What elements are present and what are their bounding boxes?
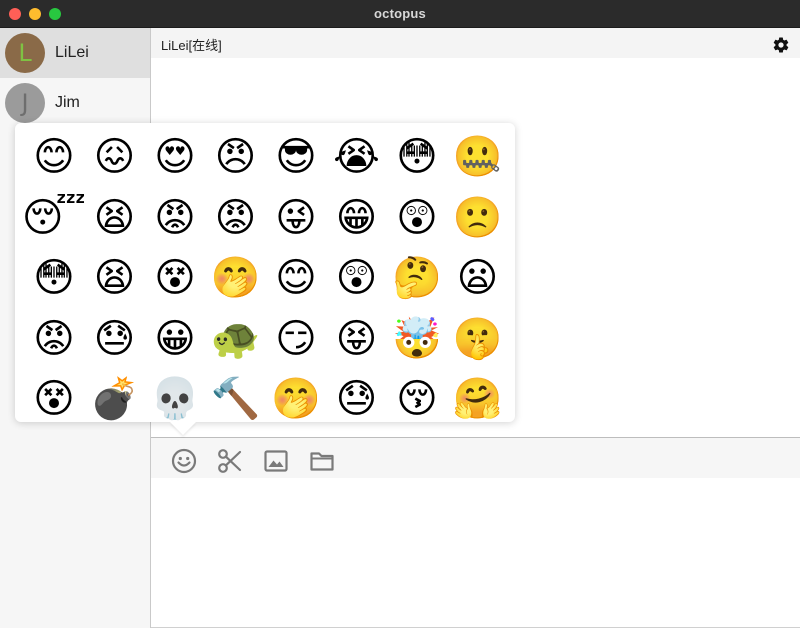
emoji-picker-pointer (170, 422, 196, 435)
emoji-item[interactable]: 🤭 (266, 375, 326, 422)
emoji-item[interactable]: 🤫 (448, 315, 508, 375)
contact-name: LiLei (55, 44, 89, 61)
emoji-item[interactable]: 😊 (266, 254, 326, 314)
emoji-item[interactable]: 😚 (387, 375, 447, 422)
emoji-item[interactable]: 😵 (24, 375, 84, 422)
emoji-item[interactable]: 😲 (327, 254, 387, 314)
contact-name: Jim (55, 94, 80, 111)
avatar: J (5, 83, 45, 123)
emoji-item[interactable]: 😳 (387, 133, 447, 193)
gear-icon[interactable] (772, 36, 790, 54)
emoji-item[interactable]: 😳 (24, 254, 84, 314)
emoji-item[interactable]: 😵 (145, 254, 205, 314)
contact-item-jim[interactable]: J Jim (0, 78, 150, 128)
emoji-item[interactable]: 🤐 (448, 133, 508, 193)
emoji-item[interactable]: 😠 (206, 133, 266, 193)
emoji-item[interactable]: 🤯 (387, 315, 447, 375)
emoji-item[interactable]: 😖 (85, 133, 145, 193)
image-icon[interactable] (263, 448, 289, 474)
emoji-item[interactable]: 😴 (22, 194, 86, 254)
avatar-initial: J (21, 89, 29, 117)
emoji-picker: 😊 😖 😍 😠 😎 😭 😳 🤐 😴 😫 😡 😡 😜 😁 😲 🙁 😳 😫 😵 🤭 😊 😲 🤔 😦 😡 😓 😀 🐢 😏 😝 🤯 🤫 😵 💣 💀 🔨 🤭 😓 😚 🤗 (15, 123, 515, 422)
emoji-item[interactable]: 😊 (24, 133, 84, 193)
emoji-item[interactable]: 😏 (266, 315, 326, 375)
emoji-item[interactable]: 😓 (85, 315, 145, 375)
emoji-grid: 😊 😖 😍 😠 😎 😭 😳 🤐 😴 😫 😡 😡 😜 😁 😲 🙁 😳 😫 😵 🤭 😊 😲 🤔 😦 😡 😓 😀 🐢 😏 😝 🤯 🤫 😵 💣 💀 🔨 🤭 😓 😚 🤗 (22, 133, 508, 422)
emoji-item[interactable]: 🤭 (206, 254, 266, 314)
emoji-item[interactable]: 😝 (327, 315, 387, 375)
emoji-item[interactable]: 😍 (145, 133, 205, 193)
avatar-initial: L (18, 39, 32, 67)
scissors-icon[interactable] (217, 448, 243, 474)
emoji-item[interactable]: 😎 (266, 133, 326, 193)
emoji-item[interactable]: 🔨 (206, 375, 266, 422)
emoji-item[interactable]: 😡 (24, 315, 84, 375)
contact-item-lilei[interactable]: L LiLei (0, 28, 150, 78)
emoji-item[interactable]: 😓 (327, 375, 387, 422)
emoji-item[interactable]: 😲 (387, 194, 447, 254)
emoji-item[interactable]: 🤔 (387, 254, 447, 314)
emoji-item[interactable]: 😀 (145, 315, 205, 375)
smiley-icon[interactable] (171, 448, 197, 474)
emoji-item[interactable]: 😜 (266, 194, 326, 254)
emoji-item[interactable]: 🐢 (206, 315, 266, 375)
emoji-item[interactable]: 🤗 (448, 375, 508, 422)
emoji-item[interactable]: 😡 (145, 194, 205, 254)
emoji-item[interactable]: 😦 (448, 254, 508, 314)
emoji-item[interactable]: 🙁 (448, 194, 508, 254)
emoji-item[interactable]: 😫 (85, 194, 145, 254)
chat-header: LiLei[在线] (151, 28, 800, 58)
emoji-item[interactable]: 😭 (327, 133, 387, 193)
emoji-item[interactable]: 😫 (85, 254, 145, 314)
window-title: octopus (374, 6, 426, 21)
folder-icon[interactable] (309, 448, 335, 474)
message-input[interactable] (151, 478, 800, 628)
input-toolbar (151, 438, 800, 478)
emoji-item[interactable]: 😡 (206, 194, 266, 254)
emoji-item[interactable]: 💀 (145, 375, 205, 422)
title-bar: octopus (0, 0, 800, 28)
emoji-item[interactable]: 😁 (327, 194, 387, 254)
avatar: L (5, 33, 45, 73)
chat-title: LiLei[在线] (161, 38, 222, 53)
emoji-item[interactable]: 💣 (85, 375, 145, 422)
